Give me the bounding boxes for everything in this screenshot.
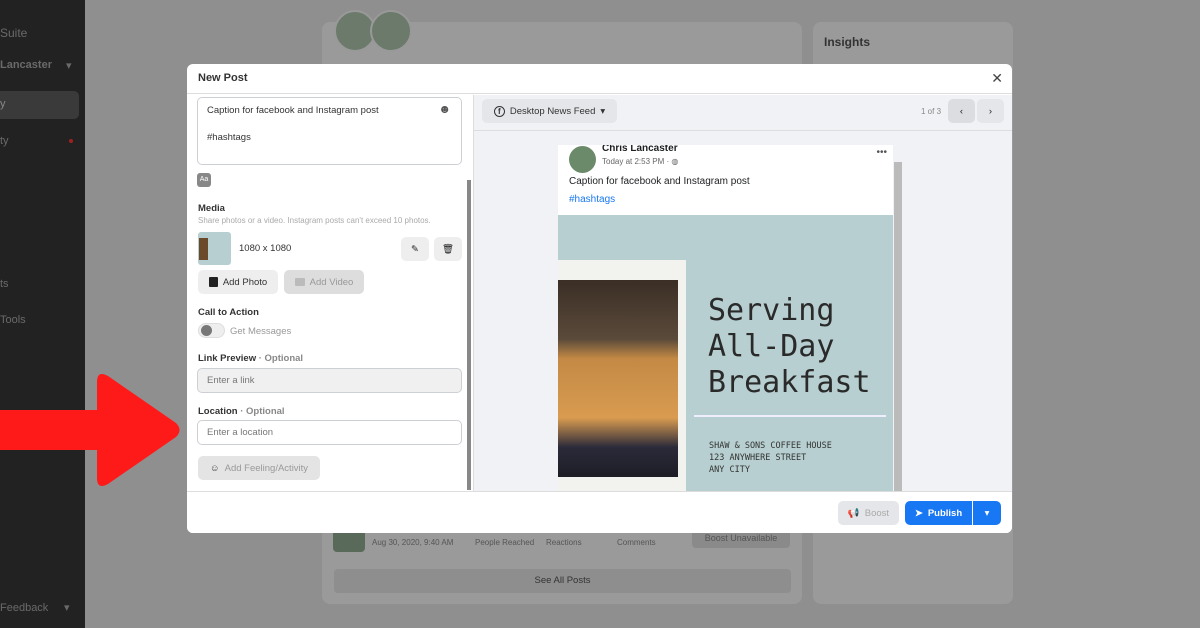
post-image: Serving All-Day Breakfast SHAW & SONS COFF…: [558, 215, 893, 491]
preview-toolbar: f Desktop News Feed ▾ 1 of 3 ‹ ›: [474, 95, 1012, 131]
link-preview-label: Link Preview · Optional: [198, 353, 304, 364]
caption-line-2: #hashtags: [207, 132, 251, 143]
stat-people-reached: People Reached: [475, 538, 535, 547]
more-options-icon[interactable]: •••: [876, 147, 887, 158]
sidebar-item-ads[interactable]: ts: [0, 278, 9, 290]
red-arrow-annotation: [0, 374, 180, 486]
caption-line-1: Caption for facebook and Instagram post: [207, 105, 379, 116]
get-messages-toggle[interactable]: [198, 323, 225, 338]
post-date: Aug 30, 2020, 9:40 AM: [372, 538, 454, 547]
caption-textarea[interactable]: Caption for facebook and Instagram post …: [197, 97, 462, 165]
dialog-title: New Post: [187, 64, 1012, 94]
sidebar: Suite Lancaster ▾ y ty ts Tools Feedback…: [0, 0, 85, 628]
pager-text: 1 of 3: [921, 107, 942, 116]
preview-hashtags[interactable]: #hashtags: [569, 194, 615, 205]
preview-scrollbar[interactable]: [894, 162, 902, 491]
avatar-instagram: [370, 10, 412, 52]
dialog-footer: 📢 Boost ➤ Publish ▾: [187, 491, 1012, 533]
cta-title: Call to Action: [198, 307, 259, 318]
video-icon: [294, 278, 305, 286]
composer-pane: Caption for facebook and Instagram post …: [187, 95, 473, 491]
pencil-icon: ✎: [411, 243, 419, 255]
media-thumbnail: [198, 232, 231, 265]
text-format-icon[interactable]: Aa: [197, 173, 211, 187]
add-feeling-button[interactable]: ☺ Add Feeling/Activity: [198, 456, 320, 480]
pancakes-photo: [558, 280, 678, 477]
sidebar-item-active[interactable]: y: [0, 91, 79, 119]
chevron-down-icon[interactable]: ▾: [64, 601, 70, 614]
previous-button[interactable]: ‹: [948, 99, 975, 123]
account-switcher[interactable]: Lancaster: [0, 59, 52, 71]
delete-media-button[interactable]: 🗑: [434, 237, 462, 261]
stat-comments: Comments: [617, 538, 656, 547]
insights-title: Insights: [824, 35, 871, 49]
sidebar-item-activity[interactable]: ty: [0, 135, 9, 147]
sidebar-item-tools[interactable]: Tools: [0, 314, 26, 326]
post-time: Today at 2:53 PM · ◍: [602, 157, 679, 166]
chevron-down-icon[interactable]: ▾: [66, 59, 72, 72]
publish-options-dropdown[interactable]: ▾: [973, 501, 1001, 525]
close-icon[interactable]: ✕: [991, 70, 1003, 87]
image-address: SHAW & SONS COFFEE HOUSE 123 ANYWHERE STR…: [709, 441, 832, 475]
location-label: Location · Optional: [198, 406, 285, 417]
divider: [694, 415, 886, 417]
link-input[interactable]: Enter a link: [197, 368, 462, 393]
new-post-dialog: New Post ✕ Caption for facebook and Inst…: [187, 64, 1012, 533]
sidebar-feedback[interactable]: Feedback: [0, 602, 48, 614]
toggle-label: Get Messages: [230, 326, 292, 337]
author-name: Chris Lancaster: [602, 145, 678, 154]
add-photo-icon: [208, 277, 218, 287]
edit-media-button[interactable]: ✎: [401, 237, 429, 261]
preview-pane: f Desktop News Feed ▾ 1 of 3 ‹ › Chris Lan…: [473, 95, 1012, 491]
placement-dropdown[interactable]: f Desktop News Feed ▾: [482, 99, 617, 123]
media-dimensions: 1080 x 1080: [239, 243, 292, 254]
see-all-posts-button[interactable]: See All Posts: [334, 569, 791, 593]
publish-button[interactable]: ➤ Publish: [905, 501, 972, 525]
location-input[interactable]: Enter a location: [197, 420, 462, 445]
send-icon: ➤: [914, 507, 923, 519]
globe-icon: ◍: [671, 157, 679, 166]
media-hint: Share photos or a video. Instagram posts…: [198, 216, 431, 225]
preview-caption: Caption for facebook and Instagram post: [569, 176, 750, 187]
caret-down-icon: ▾: [600, 105, 606, 117]
facebook-icon: f: [493, 105, 505, 117]
image-headline: Serving All-Day Breakfast: [708, 293, 871, 400]
media-title: Media: [198, 203, 225, 214]
scrollbar[interactable]: [467, 180, 471, 490]
notification-dot: [69, 139, 73, 143]
author-avatar: [569, 146, 596, 173]
brand-name: Suite: [0, 26, 28, 40]
add-video-button[interactable]: Add Video: [284, 270, 364, 294]
boost-button[interactable]: 📢 Boost: [838, 501, 899, 525]
stat-reactions: Reactions: [546, 538, 582, 547]
emoji-icon[interactable]: ☻: [438, 102, 451, 116]
add-photo-button[interactable]: Add Photo: [198, 270, 278, 294]
caret-down-icon: ▾: [984, 507, 990, 519]
polaroid-frame: [558, 260, 686, 491]
smiley-icon: ☺: [209, 462, 220, 474]
trash-icon: 🗑: [441, 243, 455, 255]
post-preview-card: Chris Lancaster Today at 2:53 PM · ◍ •••…: [558, 145, 893, 491]
megaphone-icon: 📢: [847, 507, 860, 519]
next-button[interactable]: ›: [977, 99, 1004, 123]
